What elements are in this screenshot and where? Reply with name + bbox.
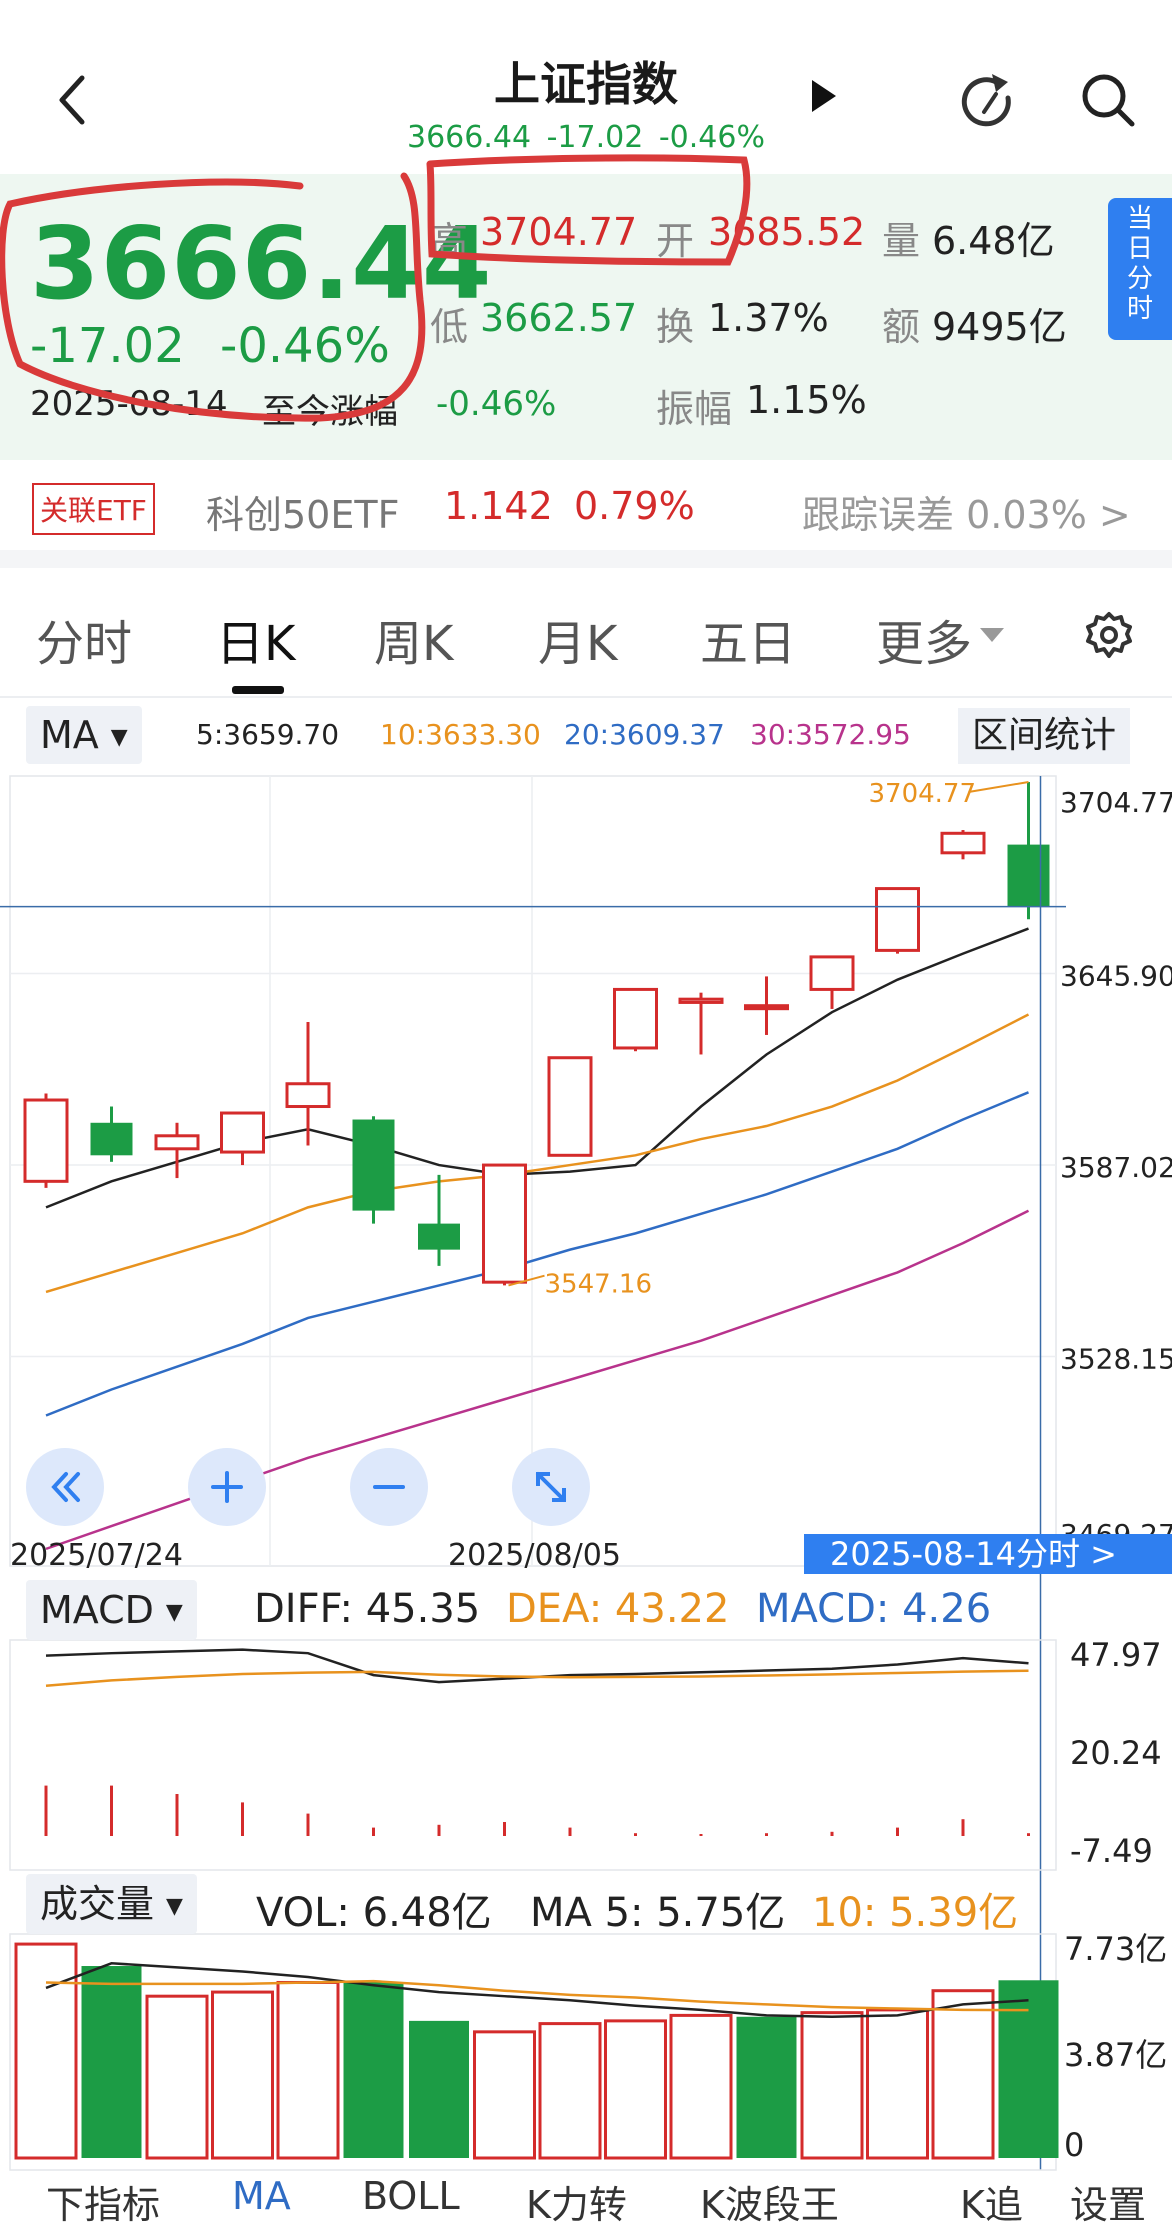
candle-body (90, 1122, 133, 1156)
volume-bar (800, 2011, 864, 2160)
caret-down-icon: ▼ (166, 1893, 183, 1919)
volume-bar (866, 2008, 929, 2160)
expand-icon (536, 1472, 566, 1502)
x-axis-date-mid: 2025/08/05 (448, 1538, 621, 1573)
volume-bar (604, 2019, 667, 2160)
volume-y-tick-label: 3.87亿 (1064, 2036, 1167, 2074)
volume-bar (343, 1982, 404, 2158)
candle-body (352, 1119, 395, 1211)
volume-y-tick-label: 0 (1064, 2126, 1084, 2164)
volume-bar (14, 1942, 78, 2160)
candle-body (1007, 844, 1050, 907)
vol-value: VOL: 6.48亿 (256, 1890, 492, 1936)
candle-body (744, 1004, 789, 1011)
candle-body (547, 1056, 593, 1157)
bottom-tab-kwave[interactable]: K波段王 (700, 2174, 839, 2229)
indicator-selector-macd[interactable]: MACD ▼ (26, 1580, 197, 1640)
candle-body (875, 887, 920, 952)
volume-bar (931, 1989, 995, 2160)
bottom-tab-boll[interactable]: BOLL (362, 2174, 460, 2218)
volume-bar (736, 2016, 797, 2158)
volume-bar (145, 1994, 209, 2160)
y-tick-label: 3645.90 (1060, 959, 1172, 992)
bottom-tab-kforce[interactable]: K力转 (526, 2174, 627, 2229)
volume-bar (211, 1990, 274, 2160)
volume-bar (538, 2022, 602, 2160)
candle-body (285, 1082, 331, 1109)
macd-y-tick-label: 20.24 (1070, 1734, 1162, 1772)
macd-y-tick-label: 47.97 (1070, 1636, 1162, 1674)
volume-bar (998, 1980, 1059, 2158)
candle-body (154, 1134, 200, 1151)
candle-body (23, 1098, 69, 1183)
volume-bar (409, 2020, 469, 2158)
x-axis-date-start: 2025/07/24 (10, 1538, 183, 1573)
bottom-tab-indicator[interactable]: 下指标 (46, 2174, 160, 2229)
candle-body (613, 987, 658, 1050)
candle-body (418, 1223, 460, 1250)
candle-body (678, 997, 724, 1004)
bottom-tab-ma[interactable]: MA (232, 2174, 291, 2218)
macd-line-dea (45, 1669, 1029, 1687)
candle-body (220, 1111, 265, 1154)
zoom-in-icon (211, 1471, 243, 1503)
hand-drawn-annotation (0, 154, 751, 422)
volume-bar (669, 2013, 733, 2160)
macd-frame (9, 1639, 1057, 1871)
volume-bar (276, 1980, 340, 2160)
y-tick-label: 3704.77 (1060, 786, 1172, 819)
volume-bar (473, 2030, 536, 2160)
low-marker-label: 3547.16 (545, 1270, 653, 1300)
y-tick-label: 3587.02 (1060, 1151, 1172, 1184)
high-marker-label: 3704.77 (869, 779, 977, 809)
vol-ma5: MA 5: 5.75亿 (530, 1890, 786, 1936)
candle-body (940, 831, 986, 855)
macd-diff: DIFF: 45.35 (254, 1586, 481, 1632)
vol-ma10: 10: 5.39亿 (812, 1890, 1019, 1936)
volume-y-tick-label: 7.73亿 (1064, 1930, 1167, 1968)
date-intraday-badge[interactable]: 2025-08-14分时 > (804, 1534, 1172, 1574)
zoom-in-button[interactable] (188, 1448, 266, 1526)
rewind-icon (51, 1472, 80, 1502)
macd-value: MACD: 4.26 (756, 1586, 992, 1632)
rewind-button[interactable] (26, 1448, 104, 1526)
caret-down-icon: ▼ (165, 1599, 183, 1625)
zoom-out-icon (373, 1485, 405, 1489)
macd-dea: DEA: 43.22 (506, 1586, 730, 1632)
high-marker-line (968, 781, 1029, 793)
y-tick-label: 3528.15 (1060, 1342, 1172, 1375)
expand-button[interactable] (512, 1448, 590, 1526)
candle-body (809, 955, 855, 991)
bottom-tab-kchase[interactable]: K追 (960, 2174, 1023, 2229)
volume-bar (81, 1966, 142, 2158)
candle-body (482, 1163, 527, 1284)
zoom-out-button[interactable] (350, 1448, 428, 1526)
bottom-tab-settings[interactable]: 设置 (1070, 2174, 1146, 2229)
indicator-selector-volume[interactable]: 成交量 ▼ (26, 1874, 197, 1934)
macd-y-tick-label: -7.49 (1070, 1832, 1153, 1870)
